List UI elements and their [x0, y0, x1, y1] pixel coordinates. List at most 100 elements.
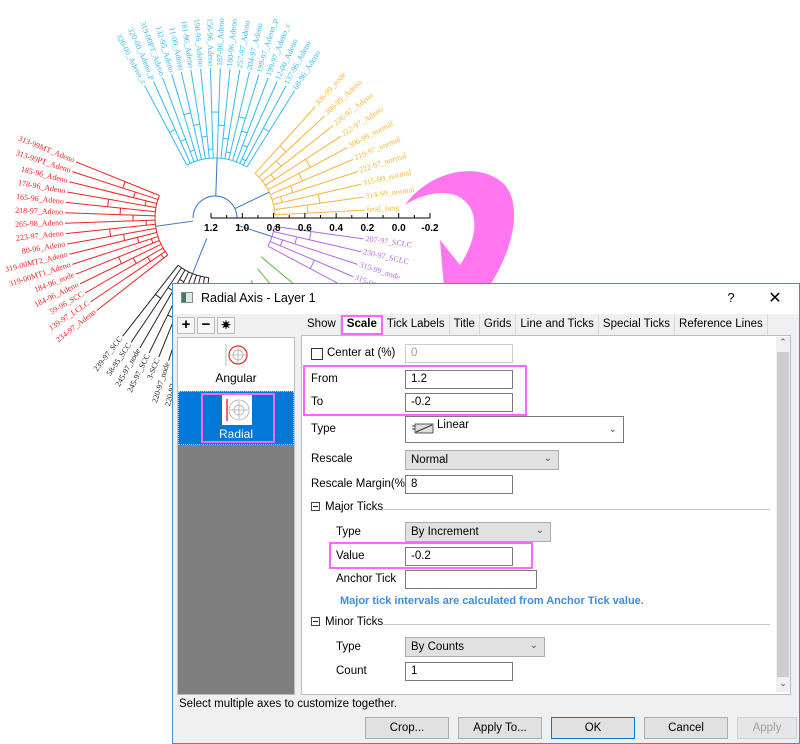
tree-item-label: Angular [215, 371, 257, 385]
from-field[interactable]: 1.2 [405, 370, 513, 389]
tab-title[interactable]: Title [449, 315, 480, 335]
scroll-thumb[interactable] [777, 352, 789, 677]
remove-axis-button[interactable]: − [197, 317, 215, 334]
dendrogram-branch [79, 243, 162, 285]
scroll-up-icon[interactable]: ⌃ [776, 337, 790, 351]
collapse-icon[interactable] [311, 617, 320, 626]
dendrogram-join [294, 236, 298, 245]
radial-axis-tick-label: -0.2 [421, 223, 439, 234]
major-value-field[interactable]: -0.2 [405, 547, 513, 566]
help-button[interactable]: ? [721, 290, 741, 305]
tab-line-and-ticks[interactable]: Line and Ticks [516, 315, 599, 335]
dendrogram-branch [122, 264, 179, 337]
dendrogram-join [189, 149, 195, 152]
ok-button[interactable]: OK [551, 717, 635, 739]
dendrogram-join [179, 279, 185, 283]
dendrogram-branch [65, 201, 156, 213]
minor-ticks-header[interactable]: Minor Ticks [311, 616, 383, 628]
axis-settings-gear-icon[interactable]: ✷ [217, 317, 235, 334]
leaf-label: 314-99_normal [365, 185, 416, 201]
tab-reference-lines[interactable]: Reference Lines [675, 315, 768, 335]
apply-to-button[interactable]: Apply To... [458, 717, 542, 739]
dendrogram-branch [274, 209, 365, 216]
dendrogram-branch [209, 68, 214, 159]
dendrogram-join [279, 145, 287, 153]
tab-bar: Show Scale Tick Labels Title Grids Line … [303, 315, 768, 335]
dendrogram-branch [65, 223, 156, 235]
tab-tick-labels[interactable]: Tick Labels [382, 315, 450, 335]
center-at-checkbox[interactable] [311, 348, 323, 360]
dendrogram-join [290, 185, 294, 193]
anchor-tick-label: Anchor Tick [336, 573, 397, 585]
collapse-icon[interactable] [311, 502, 320, 511]
section-divider [382, 624, 770, 625]
scale-type-value: Linear [437, 419, 469, 431]
dendrogram-join [241, 130, 248, 134]
status-text: Select multiple axes to customize togeth… [179, 698, 397, 710]
section-divider [382, 509, 770, 510]
axis-toolbar: + − ✷ [177, 317, 235, 335]
rescale-select[interactable]: Normal ⌄ [405, 450, 559, 470]
tab-special-ticks[interactable]: Special Ticks [598, 315, 676, 335]
close-button[interactable]: ✕ [765, 288, 785, 308]
dendrogram-join [169, 129, 176, 133]
dendrogram-root-link [234, 191, 270, 209]
leaf-label: 218-97_Adeno [15, 206, 63, 217]
rescale-margin-field[interactable]: 8 [405, 475, 513, 494]
apply-button[interactable]: Apply [737, 717, 797, 739]
add-axis-button[interactable]: + [177, 317, 195, 334]
major-type-select[interactable]: By Increment ⌄ [405, 522, 551, 542]
to-label: To [311, 396, 324, 408]
tab-scale[interactable]: Scale [340, 315, 383, 335]
tree-item-radial[interactable]: Radial [178, 391, 294, 445]
dendrogram-branch [239, 81, 278, 164]
dendrogram-branch [65, 212, 156, 217]
dendrogram-join [280, 196, 283, 203]
dendrogram-join [279, 239, 283, 246]
radial-axis-tick-label: 0.2 [360, 223, 374, 234]
major-type-label: Type [336, 526, 361, 538]
tab-show[interactable]: Show [303, 315, 341, 335]
dendrogram-join [263, 127, 270, 132]
minor-type-select[interactable]: By Counts ⌄ [405, 637, 545, 657]
center-at-field[interactable]: 0 [405, 344, 513, 363]
type-label: Type [311, 423, 336, 435]
dendrogram-join [238, 116, 246, 120]
radial-highlight-box [201, 393, 275, 443]
dendrogram-join [317, 194, 321, 204]
radial-axis-tick-label: 0.0 [392, 223, 406, 234]
dendrogram-join [122, 234, 126, 241]
dendrogram-join [136, 237, 140, 243]
dendrogram-branch [216, 68, 221, 159]
radial-axis-tick-label: 1.0 [235, 223, 249, 234]
dendrogram-join [305, 158, 311, 168]
crop-button[interactable]: Crop... [365, 717, 449, 739]
scale-type-select[interactable]: Linear ⌄ [405, 416, 624, 443]
tree-item-angular[interactable]: Angular [178, 338, 294, 391]
to-field[interactable]: -0.2 [405, 393, 513, 412]
dendrogram-join [298, 173, 303, 182]
anchor-tick-field[interactable] [405, 570, 537, 589]
minor-type-value: By Counts [411, 641, 465, 653]
tab-grids[interactable]: Grids [479, 315, 517, 335]
app-icon [181, 292, 193, 303]
dendrogram-join [150, 238, 154, 244]
panel-scrollbar[interactable]: ⌃ ⌄ [776, 337, 790, 692]
chevron-down-icon: ⌄ [543, 453, 552, 464]
dendrogram-branch [220, 68, 231, 159]
count-field[interactable]: 1 [405, 662, 513, 681]
dendrogram-branch [267, 147, 348, 191]
major-ticks-header[interactable]: Major Ticks [311, 501, 383, 513]
dendrogram-join [270, 173, 275, 180]
scroll-down-icon[interactable]: ⌄ [776, 678, 790, 692]
dendrogram-join [225, 151, 231, 154]
linear-scale-icon [412, 423, 434, 434]
dendrogram-branch [200, 68, 210, 159]
leaf-label: 207-97_SCLC [365, 234, 412, 249]
dendrogram-join [241, 158, 246, 162]
cancel-button[interactable]: Cancel [644, 717, 728, 739]
radial-axis-tick-label: 0.8 [267, 223, 281, 234]
dendrogram-join [154, 294, 162, 299]
angular-axis-icon [225, 344, 248, 366]
dendrogram-branch [90, 251, 166, 303]
